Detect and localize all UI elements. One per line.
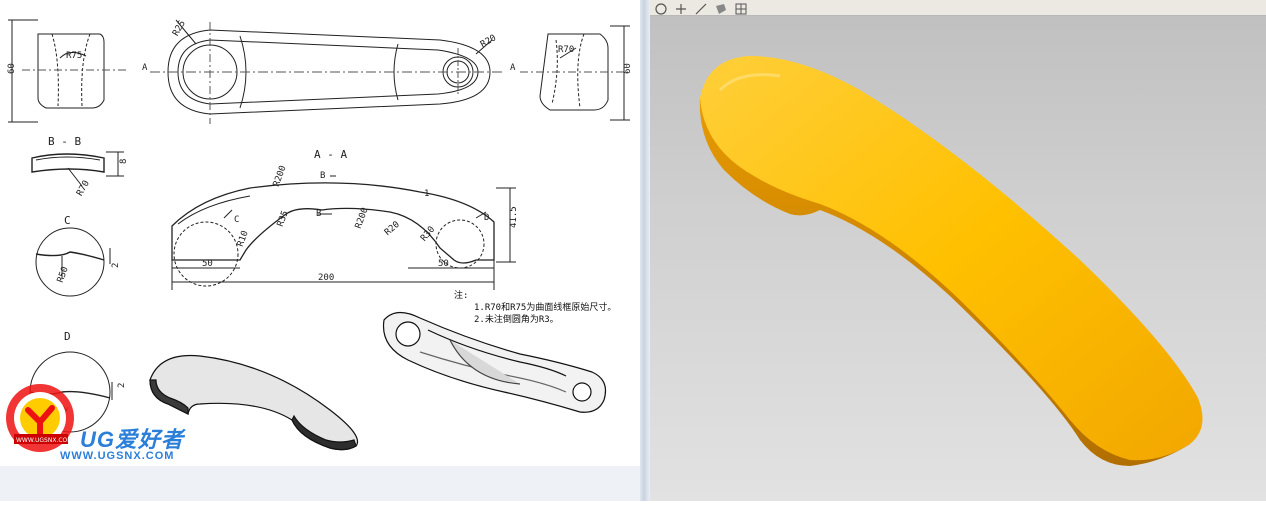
rotate-icon[interactable] [654,1,668,15]
watermark: WWW.UGSNX.COM UG爱好者 WWW.UGSNX.COM [0,378,200,468]
d-title: D [64,330,71,343]
dim-r75: R75 [66,51,82,61]
ugsnx-logo-icon: WWW.UGSNX.COM [6,384,74,452]
shade-icon[interactable] [714,1,728,15]
viewer-toolbar [650,0,1266,16]
pan-cross-icon[interactable] [674,1,688,15]
aa-200: 200 [318,273,334,283]
c-r50: R50 [56,265,71,284]
iso-view-bottom [382,311,607,413]
model-viewport[interactable] [650,0,1266,501]
section-a-right: A [510,63,516,73]
aa-50-left: 50 [202,259,213,269]
aa-r20: R20 [383,220,402,238]
detail-c [35,227,111,297]
aa-d: D [484,213,489,223]
top-view [150,19,505,124]
note-line-1: 1.R70和R75为曲面线框原始尺寸。 [474,301,616,313]
aa-c: C [234,215,239,225]
bb-title: B - B [48,135,81,148]
aa-one: 1 [424,189,429,199]
dim-r25: R25 [171,19,188,38]
brand-url: WWW.UGSNX.COM [60,450,175,462]
dim-r20-top: R20 [479,33,498,50]
dim-60-right: 60 [623,63,633,74]
pane-splitter[interactable] [640,0,650,501]
left-side-view [8,19,126,123]
bb-dim: 8 [119,159,129,164]
aa-b-lower: B [316,209,321,219]
note-line-2: 2.未注倒圆角为R3。 [474,313,559,325]
aa-r10: R10 [236,229,251,248]
right-side-view [520,25,630,121]
aa-415: 41.5 [509,206,519,228]
section-aa [171,175,516,290]
aa-r35: R35 [276,209,291,228]
section-bb [31,151,124,187]
aa-b-upper: B [320,171,325,181]
dim-60-left: 60 [7,63,17,74]
section-a-left: A [142,63,148,73]
bb-r70: R70 [75,179,92,198]
badge-url: WWW.UGSNX.COM [16,437,72,444]
measure-line-icon[interactable] [694,1,708,15]
c-title: C [64,214,71,227]
note-title: 注: [454,289,468,301]
grid-icon[interactable] [734,1,748,15]
aa-title: A - A [314,148,347,161]
drawing-pane-footer [0,466,640,501]
aa-50-right: 50 [438,259,449,269]
handle-3d-model [699,56,1203,466]
dim-r70-top: R70 [558,45,574,55]
c-dim: 2 [111,263,121,268]
aa-r200-mid: R200 [354,206,371,230]
